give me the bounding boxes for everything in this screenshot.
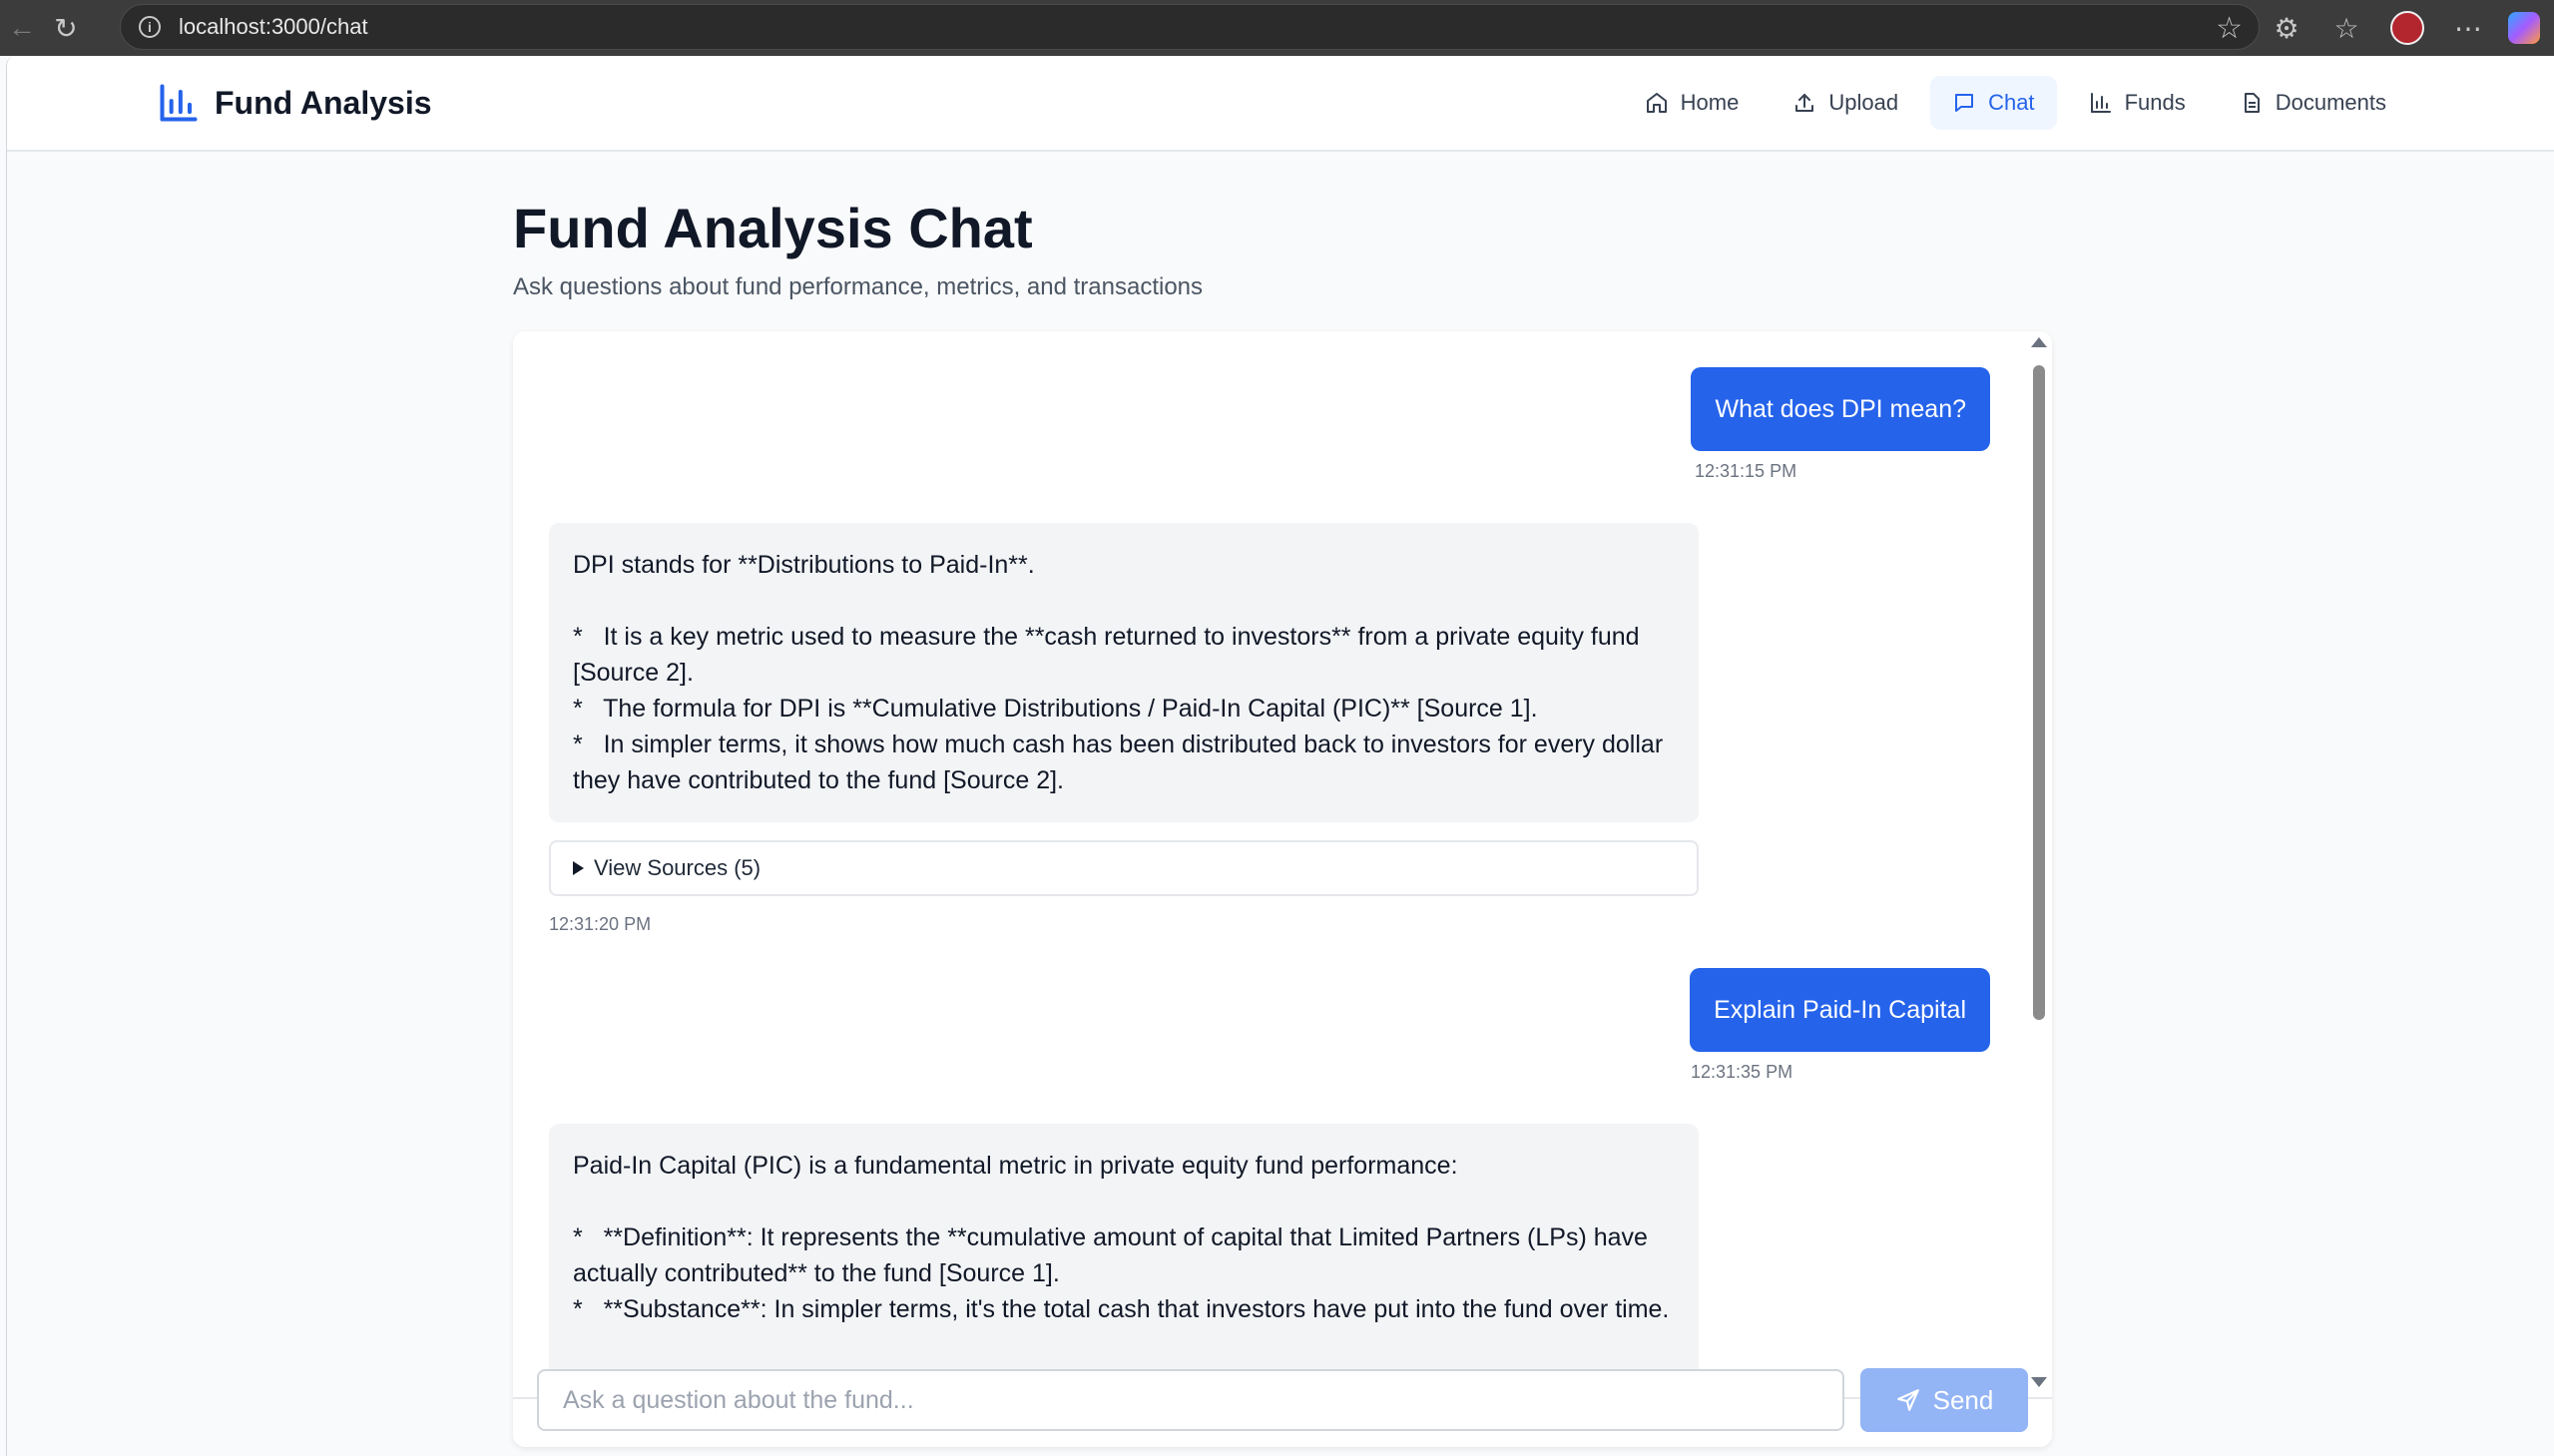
nav-upload[interactable]: Upload bbox=[1771, 76, 1920, 130]
nav-home[interactable]: Home bbox=[1623, 76, 1762, 130]
browser-toolbar: ← ↻ i localhost:3000/chat ☆ ⚙ ☆ ⋯ bbox=[0, 0, 2554, 56]
scroll-up-arrow[interactable] bbox=[2031, 337, 2047, 347]
assistant-message-text: DPI stands for **Distributions to Paid-I… bbox=[573, 551, 1664, 794]
page-title: Fund Analysis Chat bbox=[513, 197, 1033, 259]
scrollbar-thumb[interactable] bbox=[2033, 365, 2045, 1020]
send-button[interactable]: Send bbox=[1860, 1368, 2028, 1432]
view-sources-toggle[interactable]: View Sources (5) bbox=[549, 840, 1699, 896]
nav-chat-label: Chat bbox=[1988, 90, 2035, 115]
view-sources-label: View Sources (5) bbox=[594, 855, 762, 880]
more-menu-icon[interactable]: ⋯ bbox=[2438, 6, 2498, 50]
scroll-down-arrow[interactable] bbox=[2031, 1377, 2047, 1387]
assistant-message: DPI stands for **Distributions to Paid-I… bbox=[549, 523, 1699, 822]
bar-chart-logo-icon bbox=[160, 84, 198, 122]
question-input[interactable] bbox=[537, 1369, 1844, 1431]
user-message: Explain Paid-In Capital bbox=[1690, 968, 1990, 1052]
nav-funds[interactable]: Funds bbox=[2067, 76, 2208, 130]
user-message: What does DPI mean? bbox=[1691, 367, 1990, 451]
profile-avatar[interactable] bbox=[2390, 11, 2424, 45]
send-icon bbox=[1896, 1389, 1919, 1411]
chat-panel: What does DPI mean? 12:31:15 PM DPI stan… bbox=[513, 331, 2052, 1447]
send-button-label: Send bbox=[1932, 1384, 1994, 1415]
home-icon bbox=[1646, 93, 1667, 113]
upload-icon bbox=[1795, 94, 1814, 112]
app-window: Fund Analysis Home Upload Chat Funds Doc… bbox=[6, 56, 2554, 1456]
back-icon[interactable]: ← bbox=[0, 6, 44, 50]
nav-chat[interactable]: Chat bbox=[1930, 76, 2057, 130]
nav-links: Home Upload Chat Funds Documents bbox=[1613, 76, 2408, 130]
message-timestamp: 12:31:20 PM bbox=[549, 914, 652, 934]
favorites-icon[interactable]: ☆ bbox=[2316, 6, 2376, 50]
brand[interactable]: Fund Analysis bbox=[157, 78, 432, 128]
nav-home-label: Home bbox=[1680, 90, 1740, 115]
page-subtitle: Ask questions about fund performance, me… bbox=[513, 273, 1204, 300]
url-text: localhost:3000/chat bbox=[179, 14, 368, 39]
bar-chart-icon bbox=[2090, 93, 2111, 113]
expand-triangle-icon bbox=[573, 861, 584, 875]
nav-funds-label: Funds bbox=[2124, 90, 2186, 115]
top-navigation: Fund Analysis Home Upload Chat Funds Doc… bbox=[7, 56, 2554, 152]
reload-icon[interactable]: ↻ bbox=[44, 6, 88, 50]
nav-documents-label: Documents bbox=[2275, 90, 2386, 115]
message-list[interactable]: What does DPI mean? 12:31:15 PM DPI stan… bbox=[513, 331, 2052, 1397]
extensions-icon[interactable]: ⚙ bbox=[2257, 6, 2316, 50]
document-icon bbox=[2244, 93, 2260, 113]
address-bar[interactable]: i localhost:3000/chat ☆ bbox=[120, 4, 2260, 50]
message-timestamp: 12:31:35 PM bbox=[1691, 1062, 1793, 1082]
favorite-star-icon[interactable]: ☆ bbox=[2216, 11, 2243, 46]
scrollbar[interactable] bbox=[2024, 331, 2052, 1397]
copilot-icon[interactable] bbox=[2508, 12, 2540, 44]
message-timestamp: 12:31:15 PM bbox=[1695, 461, 1797, 481]
nav-upload-label: Upload bbox=[1828, 90, 1899, 115]
chat-icon bbox=[1955, 94, 1974, 112]
assistant-message-text: Paid-In Capital (PIC) is a fundamental m… bbox=[573, 1152, 1670, 1323]
assistant-message: Paid-In Capital (PIC) is a fundamental m… bbox=[549, 1124, 1699, 1397]
site-info-icon[interactable]: i bbox=[139, 16, 161, 38]
brand-title: Fund Analysis bbox=[215, 84, 432, 121]
nav-documents[interactable]: Documents bbox=[2218, 76, 2408, 130]
